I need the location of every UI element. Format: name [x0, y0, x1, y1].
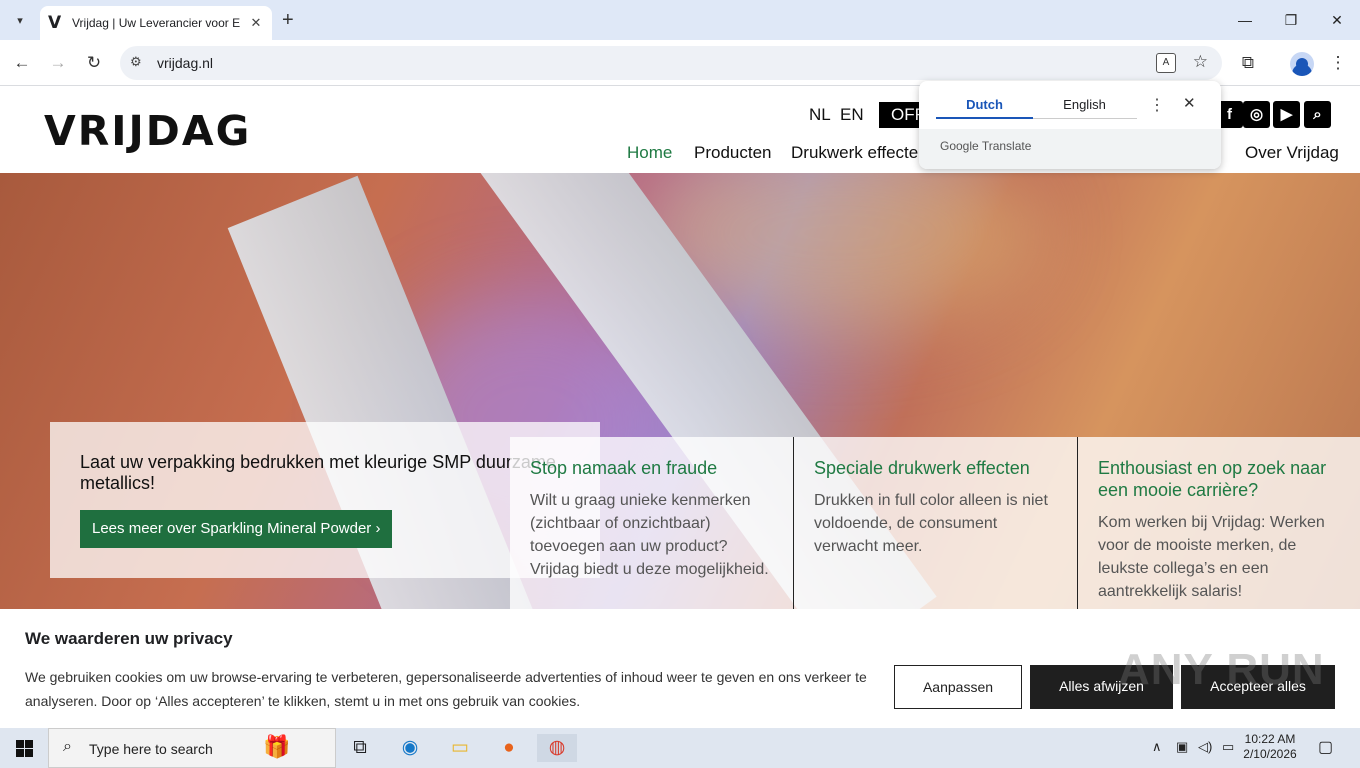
site-logo[interactable]: VRIJDAG	[44, 107, 251, 155]
nav-over-vrijdag[interactable]: Over Vrijdag	[1245, 143, 1339, 163]
tray-chevron-icon[interactable]: ∧	[1152, 739, 1162, 755]
notification-icon[interactable]: ▢	[1318, 737, 1333, 757]
translate-divider	[1033, 118, 1137, 119]
cookie-customize-button[interactable]: Aanpassen	[894, 665, 1022, 709]
hero-banner: Laat uw verpakking bedrukken met kleurig…	[0, 173, 1360, 609]
card-text: Drukken in full color alleen is niet vol…	[814, 492, 1048, 555]
cookie-text: We gebruiken cookies om uw browse-ervari…	[25, 669, 867, 709]
taskbar-search-placeholder: Type here to search	[89, 741, 213, 757]
forward-arrow-icon[interactable]: →	[46, 52, 70, 76]
file-explorer-icon[interactable]: ▭	[440, 734, 480, 762]
card-text: Wilt u graag unieke kenmerken (zichtbaar…	[530, 492, 769, 578]
tab-search-chevron-icon[interactable]: ▾	[8, 8, 32, 32]
browser-tab-strip: ▾ V Vrijdag | Uw Leverancier voor E ✕ + …	[0, 0, 1360, 40]
card-effecten[interactable]: Speciale drukwerk effecten Drukken in fu…	[793, 437, 1077, 609]
firefox-icon[interactable]: ●	[489, 734, 529, 762]
translate-close-icon[interactable]: ✕	[1183, 94, 1196, 112]
card-namaak[interactable]: Stop namaak en fraude Wilt u graag uniek…	[510, 437, 794, 609]
taskbar-clock[interactable]: 10:22 AM 2/10/2026	[1240, 732, 1300, 762]
youtube-icon[interactable]: ▶	[1273, 101, 1300, 128]
start-windows-icon[interactable]	[0, 728, 48, 768]
instagram-icon[interactable]: ◎	[1243, 101, 1270, 128]
nav-home[interactable]: Home	[627, 143, 672, 163]
cookie-title: We waarderen uw privacy	[25, 629, 233, 648]
card-title[interactable]: Stop namaak en fraude	[530, 457, 774, 479]
minimize-icon[interactable]: —	[1222, 8, 1268, 32]
tab-title: Vrijdag | Uw Leverancier voor E	[72, 16, 241, 30]
nav-producten[interactable]: Producten	[694, 143, 772, 163]
translate-menu-icon[interactable]: ⋮	[1149, 95, 1165, 115]
profile-avatar-icon[interactable]	[1290, 52, 1314, 76]
translate-target-tab[interactable]: English	[1036, 97, 1133, 112]
translate-icon[interactable]: A	[1156, 53, 1176, 73]
promo-title: Laat uw verpakking bedrukken met kleurig…	[80, 452, 556, 493]
promo-button[interactable]: Lees meer over Sparkling Mineral Powder …	[80, 510, 393, 548]
search-magnifier-icon: ⌕	[63, 738, 72, 755]
translate-popup: Dutch English ⋮ ✕ Google Translate	[919, 81, 1221, 169]
lang-nl-link[interactable]: NL	[809, 105, 831, 125]
card-title[interactable]: Enthousiast en op zoek naar een mooie ca…	[1098, 457, 1341, 501]
clock-date: 2/10/2026	[1243, 747, 1297, 761]
card-title[interactable]: Speciale drukwerk effecten	[814, 457, 1057, 479]
windows-taskbar: ⌕ Type here to search 🎁 ⧉ ◉ ▭ ● ◍ ∧ ▣ ◁)…	[0, 728, 1360, 768]
browser-tab-active[interactable]: V Vrijdag | Uw Leverancier voor E ✕	[40, 6, 272, 40]
tray-camera-icon[interactable]: ▣	[1176, 739, 1188, 755]
reload-icon[interactable]: ↻	[82, 52, 106, 76]
search-icon[interactable]: ⌕	[1304, 101, 1331, 128]
task-view-icon[interactable]: ⧉	[340, 734, 380, 762]
browser-menu-icon[interactable]: ⋮	[1326, 52, 1350, 74]
restore-icon[interactable]: ❐	[1268, 8, 1314, 32]
new-tab-plus-icon[interactable]: +	[282, 8, 294, 32]
translate-tab-indicator	[936, 117, 1033, 119]
back-arrow-icon[interactable]: ←	[10, 52, 34, 76]
extensions-puzzle-icon[interactable]: ⧉	[1236, 52, 1260, 74]
network-icon[interactable]: ▭	[1222, 739, 1234, 755]
anyrun-watermark: ANY RUN	[1118, 645, 1325, 694]
address-bar[interactable]: ⚙ vrijdag.nl A ☆	[120, 46, 1222, 80]
cookie-banner: We waarderen uw privacy We gebruiken coo…	[0, 609, 1360, 728]
favicon: V	[48, 13, 62, 33]
browser-toolbar: ← → ↻ ⚙ vrijdag.nl A ☆ ⧉ ⋮	[0, 40, 1360, 86]
google-translate-label: Google Translate	[940, 139, 1032, 153]
bookmark-star-icon[interactable]: ☆	[1193, 52, 1208, 72]
nav-drukwerk-effecten[interactable]: Drukwerk effecten	[791, 143, 928, 163]
taskbar-search[interactable]: ⌕ Type here to search 🎁	[48, 728, 336, 768]
tab-close-icon[interactable]: ✕	[248, 15, 264, 31]
translate-footer: Google Translate	[919, 129, 1221, 169]
site-info-icon[interactable]: ⚙	[130, 54, 142, 70]
volume-icon[interactable]: ◁)	[1198, 739, 1212, 755]
card-text: Kom werken bij Vrijdag: Werken voor de m…	[1098, 514, 1325, 600]
chrome-icon[interactable]: ◍	[537, 734, 577, 762]
window-close-icon[interactable]: ✕	[1314, 8, 1360, 32]
translate-source-tab[interactable]: Dutch	[936, 97, 1033, 112]
card-carriere[interactable]: Enthousiast en op zoek naar een mooie ca…	[1077, 437, 1360, 609]
lang-en-link[interactable]: EN	[840, 105, 864, 125]
clock-time: 10:22 AM	[1244, 732, 1296, 746]
gift-icon: 🎁	[263, 734, 291, 759]
edge-icon[interactable]: ◉	[390, 734, 430, 762]
url-text[interactable]: vrijdag.nl	[157, 55, 213, 71]
